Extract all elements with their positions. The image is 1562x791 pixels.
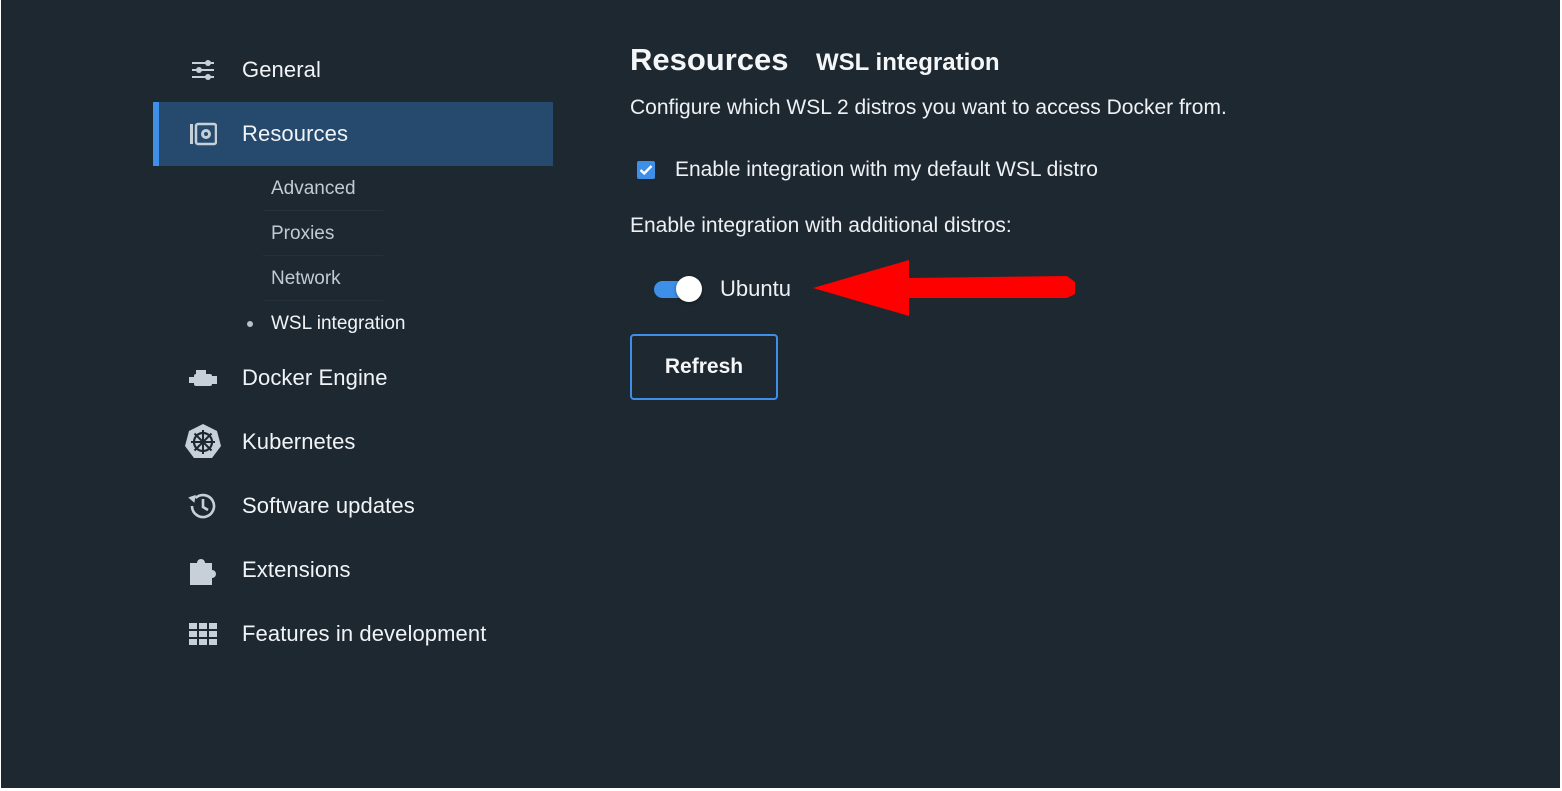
page-subtitle: WSL integration	[816, 49, 1000, 76]
sidebar-item-label: Docker Engine	[242, 365, 388, 390]
sidebar-item-label: Features in development	[242, 621, 487, 646]
sidebar-item-label: Software updates	[242, 493, 415, 518]
sidebar-item-extensions[interactable]: Extensions	[153, 538, 553, 602]
sidebar-subitem-label: Advanced	[271, 178, 356, 199]
current-indicator-dot	[247, 321, 253, 327]
refresh-button[interactable]: Refresh	[630, 334, 778, 400]
sidebar-subitem-label: Proxies	[271, 223, 335, 244]
sidebar-item-label: Extensions	[242, 557, 351, 582]
divider	[263, 255, 383, 256]
kubernetes-icon	[183, 422, 223, 462]
additional-distros-label: Enable integration with additional distr…	[630, 214, 1012, 237]
puzzle-icon	[183, 550, 223, 590]
docker-settings-window: General Resources Advanced Proxies Netwo…	[1, 0, 1560, 788]
sidebar-subitem-label: WSL integration	[271, 313, 406, 334]
sidebar-item-features-in-development[interactable]: Features in development	[153, 602, 553, 666]
sidebar-item-kubernetes[interactable]: Kubernetes	[153, 410, 553, 474]
sidebar-item-docker-engine[interactable]: Docker Engine	[153, 346, 553, 410]
sidebar-subitem-proxies[interactable]: Proxies	[263, 212, 488, 256]
default-distro-option: Enable integration with my default WSL d…	[637, 154, 1098, 186]
sidebar-subitem-label: Network	[271, 268, 341, 289]
divider	[263, 300, 383, 301]
default-distro-checkbox[interactable]	[637, 161, 655, 179]
sidebar-item-label: Resources	[242, 121, 349, 146]
sliders-icon	[183, 50, 223, 90]
engine-icon	[183, 358, 223, 398]
page-description: Configure which WSL 2 distros you want t…	[630, 96, 1227, 119]
grid-icon	[183, 614, 223, 654]
sidebar-item-label: General	[242, 57, 321, 82]
resources-icon	[183, 114, 223, 154]
sidebar-item-label: Kubernetes	[242, 429, 356, 454]
checkmark-icon	[639, 165, 653, 176]
default-distro-label: Enable integration with my default WSL d…	[675, 158, 1098, 181]
sidebar-subitem-advanced[interactable]: Advanced	[263, 167, 488, 211]
toggle-thumb	[676, 276, 702, 302]
sidebar-item-resources[interactable]: Resources	[153, 102, 553, 166]
sidebar-item-software-updates[interactable]: Software updates	[153, 474, 553, 538]
distro-row-ubuntu: Ubuntu	[654, 272, 791, 306]
page-title: Resources	[630, 42, 789, 77]
sidebar-item-general[interactable]: General	[153, 38, 553, 102]
ubuntu-toggle[interactable]	[654, 274, 702, 304]
distro-name: Ubuntu	[720, 276, 791, 301]
sidebar-subitem-wsl-integration[interactable]: WSL integration	[247, 302, 488, 346]
history-icon	[183, 486, 223, 526]
divider	[263, 210, 383, 211]
sidebar-subitem-network[interactable]: Network	[263, 257, 488, 301]
red-arrow-annotation	[813, 260, 1075, 316]
